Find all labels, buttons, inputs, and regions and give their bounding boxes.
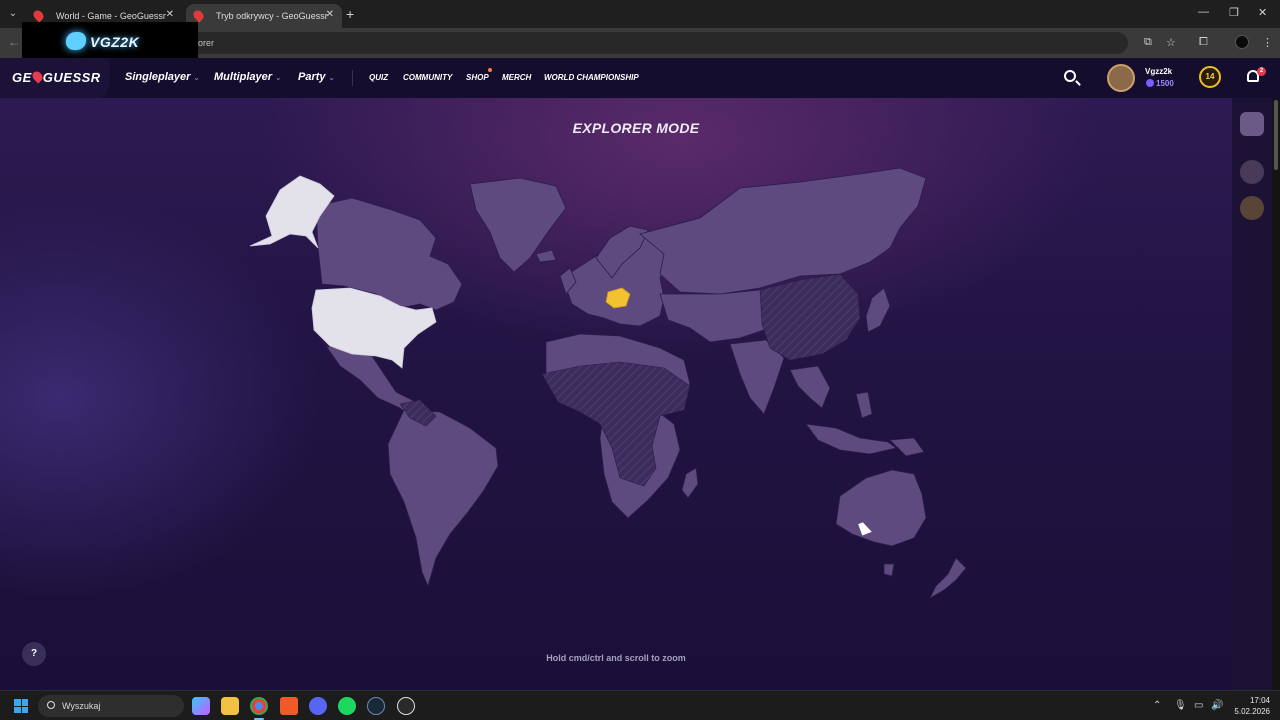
south-america xyxy=(387,409,499,588)
new-tab-icon[interactable]: + xyxy=(346,6,354,22)
nav-divider xyxy=(352,70,353,86)
nav-singleplayer[interactable]: Singleplayer ⌄ xyxy=(125,71,199,83)
file-explorer-icon[interactable] xyxy=(221,697,239,715)
steam-icon[interactable] xyxy=(367,697,385,715)
russia xyxy=(639,167,927,295)
shop-notification-dot xyxy=(488,68,492,72)
nav-community[interactable]: Community xyxy=(403,73,452,82)
region-china-hatched xyxy=(759,273,861,361)
microphone-icon[interactable]: 🎙 xyxy=(1174,700,1187,711)
bookmark-star-icon[interactable]: ☆ xyxy=(1166,36,1176,49)
geoguessr-favicon-icon xyxy=(191,8,206,23)
chevron-down-icon: ⌄ xyxy=(193,75,200,82)
level-badge[interactable]: 14 xyxy=(1199,66,1221,88)
taskbar-clock[interactable]: 17:04 5.02.2026 xyxy=(1228,695,1270,717)
geoguessr-logo[interactable]: GE GUESSR xyxy=(12,69,101,85)
copilot-icon[interactable] xyxy=(192,697,210,715)
coins-value: 1500 xyxy=(1156,79,1174,88)
southeast-asia xyxy=(789,365,831,409)
chevron-down-icon: ⌄ xyxy=(275,75,281,82)
country-philippines xyxy=(855,391,873,419)
nav-label: Singleplayer xyxy=(125,71,191,83)
nav-shop[interactable]: Shop xyxy=(466,73,489,82)
logo-text-right: GUESSR xyxy=(42,70,101,85)
clock-date: 5.02.2026 xyxy=(1234,707,1270,716)
user-avatar[interactable] xyxy=(1107,64,1135,92)
country-iceland xyxy=(535,249,557,263)
tab-title: Tryb odkrywcy - GeoGuessr xyxy=(216,11,328,21)
nav-world-championship[interactable]: World Championship xyxy=(544,73,639,82)
zoom-hint: Hold cmd/ctrl and scroll to zoom xyxy=(546,653,686,663)
search-icon xyxy=(47,701,55,709)
overlay-text: VGZ2K xyxy=(90,34,140,50)
nav-merch[interactable]: Merch xyxy=(502,73,531,82)
explorer-main: EXPLORER MODE Hold cmd/ctrl and scroll t… xyxy=(0,98,1232,690)
logo-text-left: GE xyxy=(12,70,32,85)
display-icon[interactable]: ▭ xyxy=(1194,700,1203,711)
scrollbar-thumb[interactable] xyxy=(1274,100,1278,170)
notification-count-badge: 2 xyxy=(1257,67,1266,76)
friends-rail xyxy=(1232,98,1272,690)
minimize-icon[interactable]: — xyxy=(1198,6,1209,18)
extensions-icon[interactable]: ⧠ xyxy=(1199,36,1208,49)
nav-label: Party xyxy=(298,71,326,83)
tab-title: World - Game - GeoGuessr xyxy=(56,11,166,21)
bird-icon xyxy=(66,32,86,50)
country-japan xyxy=(865,287,891,333)
country-tasmania xyxy=(883,563,895,577)
windows-start-icon[interactable] xyxy=(14,699,28,713)
country-new-zealand xyxy=(929,557,967,600)
coin-icon xyxy=(1146,79,1154,87)
tab-search-button[interactable]: ⌄ xyxy=(4,5,22,23)
volume-icon[interactable]: 🔊 xyxy=(1211,700,1223,711)
spotify-icon[interactable] xyxy=(338,697,356,715)
search-icon[interactable] xyxy=(1064,70,1076,82)
search-placeholder: Wyszukaj xyxy=(62,701,101,711)
nav-label: Multiplayer xyxy=(214,71,273,83)
site-header: GE GUESSR Singleplayer ⌄ Multiplayer ⌄ Part… xyxy=(0,58,1280,100)
world-map[interactable] xyxy=(0,98,1232,690)
country-madagascar xyxy=(681,467,699,499)
more-menu-icon[interactable]: ⋮ xyxy=(1262,36,1273,49)
friend-avatar[interactable] xyxy=(1240,112,1264,136)
back-arrow-icon[interactable]: ← xyxy=(8,35,20,49)
url-text: orer xyxy=(198,38,215,48)
country-indonesia xyxy=(805,423,897,455)
tray-chevron-up-icon[interactable]: ⌃ xyxy=(1153,700,1161,711)
nav-multiplayer[interactable]: Multiplayer ⌄ xyxy=(214,71,281,83)
nav-party[interactable]: Party ⌄ xyxy=(298,71,334,83)
discord-icon[interactable] xyxy=(309,697,327,715)
close-tab-icon[interactable]: ✕ xyxy=(326,9,334,20)
close-tab-icon[interactable]: ✕ xyxy=(166,9,174,20)
url-field[interactable]: orer xyxy=(58,32,1128,54)
user-name[interactable]: Vgzz2k xyxy=(1145,67,1172,76)
chevron-down-icon: ⌄ xyxy=(328,75,335,82)
geoguessr-favicon-icon xyxy=(31,8,46,23)
nav-quiz[interactable]: Quiz xyxy=(369,73,388,82)
page-title: EXPLORER MODE xyxy=(572,120,700,136)
friend-avatar[interactable] xyxy=(1240,160,1264,184)
install-app-icon[interactable]: ⧉ xyxy=(1144,36,1152,49)
restore-icon[interactable]: ❐ xyxy=(1229,6,1239,19)
clock-time: 17:04 xyxy=(1249,696,1270,705)
country-australia xyxy=(835,469,927,547)
brave-icon[interactable] xyxy=(280,697,298,715)
browser-profile-avatar[interactable] xyxy=(1235,35,1249,49)
chrome-icon[interactable] xyxy=(250,697,268,715)
taskbar-search-field[interactable]: Wyszukaj xyxy=(38,695,184,717)
friend-avatar[interactable] xyxy=(1240,196,1264,220)
obs-icon[interactable] xyxy=(397,697,415,715)
browser-tab-active[interactable]: Tryb odkrywcy - GeoGuessr ✕ xyxy=(186,4,342,28)
logo-container: GE GUESSR xyxy=(0,58,110,100)
windows-taskbar: Wyszukaj ⌃ 🎙 ▭ 🔊 17:04 5.02.2026 xyxy=(0,690,1280,720)
help-button[interactable]: ? xyxy=(22,642,46,666)
scrollbar-track[interactable] xyxy=(1272,98,1280,690)
user-coins: 1500 xyxy=(1146,79,1174,88)
close-window-icon[interactable]: ✕ xyxy=(1258,6,1267,19)
